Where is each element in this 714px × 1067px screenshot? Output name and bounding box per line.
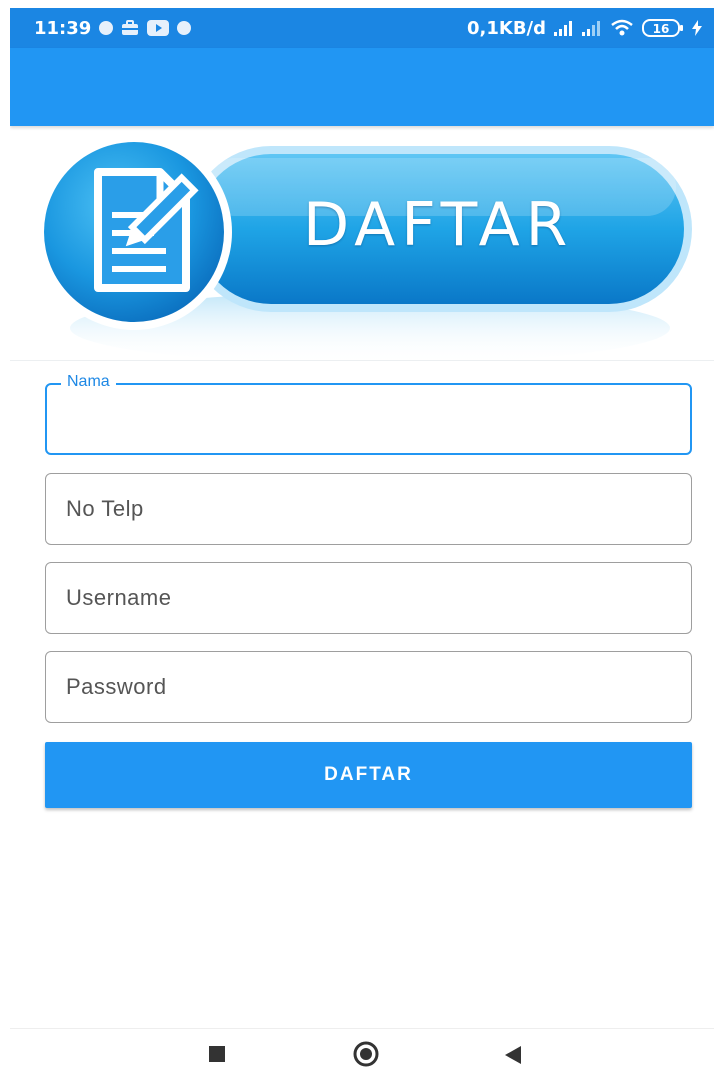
status-bar-left: 11:39 xyxy=(34,17,192,39)
status-time: 11:39 xyxy=(34,17,92,39)
network-speed: 0,1KB/d xyxy=(466,17,546,39)
back-triangle-icon[interactable] xyxy=(504,1045,522,1067)
screen: 11:39 0,1KB/d 16 DAFTAR Nama No Telp Use… xyxy=(10,8,714,1067)
daftar-button[interactable]: DAFTAR xyxy=(45,742,692,808)
password-input[interactable]: Password xyxy=(45,651,692,723)
username-placeholder: Username xyxy=(66,585,172,610)
app-bar xyxy=(10,48,714,126)
battery-icon: 16 xyxy=(642,18,684,38)
no-telp-input[interactable]: No Telp xyxy=(45,473,692,545)
no-telp-placeholder: No Telp xyxy=(66,496,144,521)
notification-dot-icon xyxy=(177,21,192,35)
battery-level: 16 xyxy=(653,22,670,36)
status-bar-right: 0,1KB/d 16 xyxy=(467,18,702,39)
navigation-bar xyxy=(10,1028,714,1067)
signal-icon xyxy=(582,20,602,36)
document-edit-icon xyxy=(94,168,199,292)
signal-icon xyxy=(554,20,574,36)
briefcase-icon xyxy=(121,20,139,36)
banner-title: DAFTAR xyxy=(303,190,574,260)
password-placeholder: Password xyxy=(66,674,167,699)
status-bar: 11:39 0,1KB/d 16 xyxy=(10,8,714,48)
wifi-icon xyxy=(610,19,634,37)
daftar-banner: DAFTAR xyxy=(10,128,714,361)
youtube-icon xyxy=(147,20,170,36)
nama-input[interactable]: Nama xyxy=(45,372,692,455)
nama-label: Nama xyxy=(61,372,116,392)
username-input[interactable]: Username xyxy=(45,562,692,634)
charging-icon xyxy=(692,20,702,36)
home-circle-icon[interactable] xyxy=(353,1041,379,1067)
recents-square-icon[interactable] xyxy=(208,1045,226,1067)
notification-dot-icon xyxy=(99,21,114,35)
